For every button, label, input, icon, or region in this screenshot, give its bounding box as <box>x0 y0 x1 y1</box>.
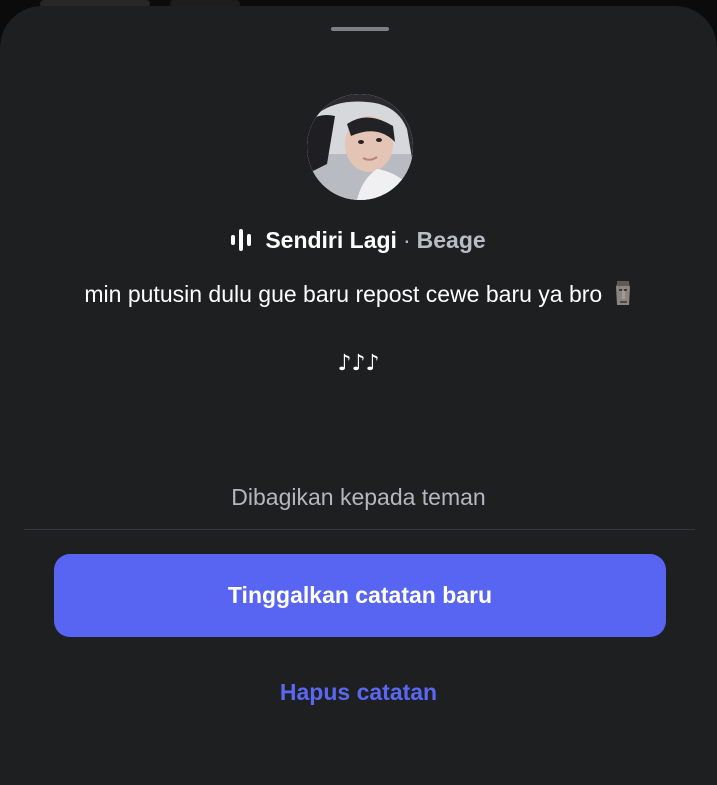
avatar-image <box>307 94 413 200</box>
divider <box>24 529 695 530</box>
moai-icon <box>613 279 633 313</box>
note-text-row: min putusin dulu gue baru repost cewe ba… <box>0 279 717 313</box>
drag-handle[interactable] <box>331 27 389 31</box>
avatar[interactable] <box>307 94 413 200</box>
audio-wave-icon <box>231 228 252 252</box>
leave-new-note-button[interactable]: Tinggalkan catatan baru <box>54 554 666 637</box>
music-notes: ♪♪♪ <box>337 351 380 376</box>
shared-with-label: Dibagikan kepada teman <box>231 484 486 510</box>
song-artist: Beage <box>416 226 486 253</box>
song-separator: · <box>402 226 411 253</box>
note-text: min putusin dulu gue baru repost cewe ba… <box>84 281 603 307</box>
song-title: Sendiri Lagi <box>265 226 397 253</box>
bottom-sheet: Sendiri Lagi · Beage min putusin dulu gu… <box>0 6 717 785</box>
song-info[interactable]: Sendiri Lagi · Beage <box>0 225 717 255</box>
delete-note-button[interactable]: Hapus catatan <box>0 679 717 706</box>
